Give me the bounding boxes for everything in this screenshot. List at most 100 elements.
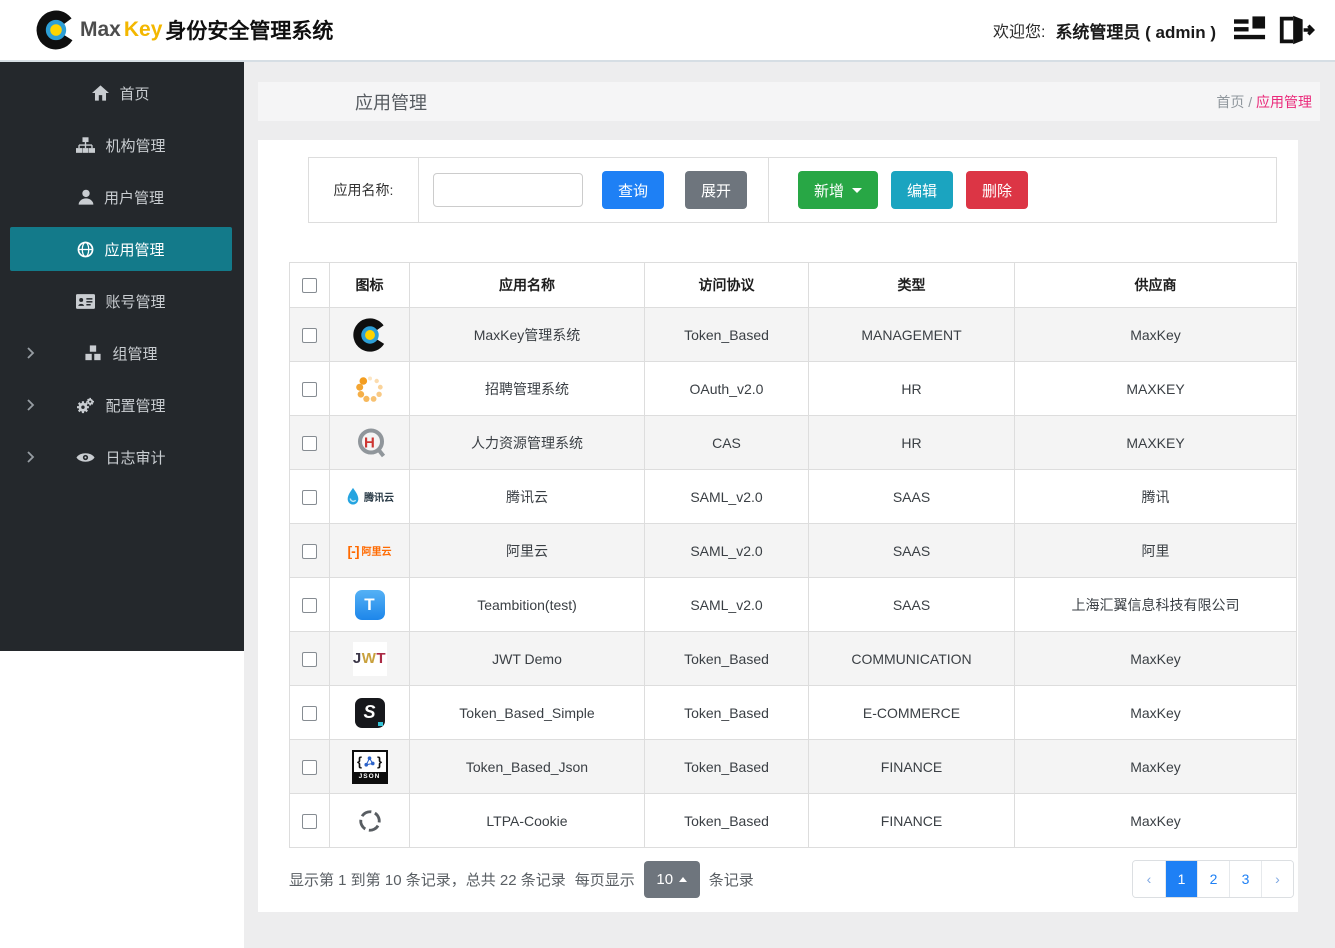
- aliyun-logo-icon: [-] 阿里云: [347, 542, 392, 559]
- column-header-protocol: 访问协议: [644, 262, 809, 308]
- chevron-right-icon: [26, 347, 35, 359]
- app-name-cell: Token_Based_Json: [409, 739, 645, 794]
- column-header-type: 类型: [808, 262, 1015, 308]
- select-all-checkbox[interactable]: [302, 278, 317, 294]
- sidebar-item-group[interactable]: 组管理: [10, 331, 232, 375]
- app-name-cell: 阿里云: [409, 523, 645, 578]
- row-checkbox[interactable]: [302, 381, 317, 397]
- sidebar-item-app[interactable]: 应用管理: [10, 227, 232, 271]
- row-checkbox[interactable]: [302, 597, 317, 613]
- app-name-cell: LTPA-Cookie: [409, 793, 645, 848]
- app-vendor-cell: MAXKEY: [1014, 361, 1297, 416]
- sidebar-item-label: 机构管理: [105, 137, 166, 155]
- sidebar-item-account[interactable]: 账号管理: [10, 279, 232, 323]
- chevron-right-icon: [26, 399, 35, 411]
- app-vendor-cell: MaxKey: [1014, 307, 1297, 362]
- dots-spinner-logo-icon: [331, 372, 409, 406]
- page-size-dropdown[interactable]: 10: [643, 860, 700, 898]
- app-icon-cell: { } JSON: [329, 739, 410, 794]
- app-icon-cell: 腾讯云: [329, 469, 410, 524]
- app-vendor-cell: 阿里: [1014, 523, 1297, 578]
- app-protocol-cell: OAuth_v2.0: [644, 361, 809, 416]
- app-protocol-cell: Token_Based: [644, 739, 809, 794]
- logout-icon[interactable]: [1277, 14, 1315, 46]
- list-icon[interactable]: [1234, 16, 1267, 44]
- page-button-1[interactable]: 1: [1165, 861, 1197, 897]
- sidebar-item-audit[interactable]: 日志审计: [10, 435, 232, 479]
- app-name-input[interactable]: [433, 173, 583, 207]
- expand-button[interactable]: 展开: [685, 171, 748, 209]
- user-icon: [78, 189, 94, 205]
- sidebar: 首页 机构管理 用户管理 应用管理 账号管理 组管理 配置管理 日志审计: [0, 62, 244, 651]
- page-button-3[interactable]: 3: [1229, 861, 1261, 897]
- caret-down-icon: [852, 187, 863, 193]
- globe-icon: [77, 241, 94, 258]
- sidebar-item-user[interactable]: 用户管理: [10, 175, 232, 219]
- sidebar-item-label: 用户管理: [103, 189, 164, 207]
- row-checkbox[interactable]: [302, 543, 317, 559]
- sidebar-item-config[interactable]: 配置管理: [10, 383, 232, 427]
- breadcrumb-root[interactable]: 首页: [1216, 94, 1244, 110]
- app-type-cell: FINANCE: [808, 739, 1015, 794]
- app-vendor-cell: 上海汇翼信息科技有限公司: [1014, 577, 1297, 632]
- header-right: 欢迎您: 系统管理员 ( admin ): [993, 14, 1315, 46]
- gears-icon: [76, 397, 95, 414]
- app-type-cell: HR: [808, 415, 1015, 470]
- titlebar: 应用管理 首页 / 应用管理: [258, 82, 1320, 121]
- app-protocol-cell: Token_Based: [644, 307, 809, 362]
- sidebar-item-label: 应用管理: [104, 241, 165, 259]
- app-icon-cell: [-] 阿里云: [329, 523, 410, 578]
- page-button-2[interactable]: 2: [1197, 861, 1229, 897]
- row-select-cell: [289, 739, 330, 794]
- query-button[interactable]: 查询: [602, 171, 665, 209]
- app-vendor-cell: MaxKey: [1014, 685, 1297, 740]
- pagination-pages: ‹ 1 2 3 ›: [1132, 860, 1294, 898]
- app-header: Max Key 身份安全管理系统 欢迎您: 系统管理员 ( admin ): [0, 0, 1335, 62]
- row-select-cell: [289, 685, 330, 740]
- app-icon-cell: JWT: [329, 631, 410, 686]
- app-vendor-cell: 腾讯: [1014, 469, 1297, 524]
- app-icon-cell: S: [329, 685, 410, 740]
- row-checkbox[interactable]: [302, 327, 317, 343]
- sidebar-item-org[interactable]: 机构管理: [10, 123, 232, 167]
- app-vendor-cell: MaxKey: [1014, 793, 1297, 848]
- prev-page-button[interactable]: ‹: [1133, 861, 1165, 897]
- app-icon-cell: [329, 793, 410, 848]
- action-buttons: 新增 编辑 删除: [769, 158, 1029, 222]
- app-protocol-cell: SAML_v2.0: [644, 523, 809, 578]
- app-icon-cell: [329, 307, 410, 362]
- row-select-cell: [289, 577, 330, 632]
- app-name-cell: 腾讯云: [409, 469, 645, 524]
- sidebar-item-home[interactable]: 首页: [10, 71, 232, 115]
- row-checkbox[interactable]: [302, 813, 317, 829]
- delete-button[interactable]: 删除: [966, 171, 1029, 209]
- target-circle-logo-icon: [331, 806, 409, 836]
- table-row: MaxKey管理系统 Token_Based MANAGEMENT MaxKey: [289, 307, 1297, 362]
- id-card-icon: [76, 293, 96, 309]
- maxkey-logo-icon: [35, 9, 77, 51]
- sidebar-item-label: 配置管理: [105, 397, 166, 415]
- search-input-cell: 查询 展开: [419, 158, 769, 222]
- sidebar-item-label: 账号管理: [105, 293, 166, 311]
- search-label: 应用名称:: [309, 158, 419, 222]
- row-select-cell: [289, 523, 330, 578]
- hr-logo-icon: H: [331, 425, 409, 461]
- edit-button[interactable]: 编辑: [891, 171, 954, 209]
- row-checkbox[interactable]: [302, 759, 317, 775]
- teambition-logo-icon: T: [331, 589, 409, 620]
- add-button[interactable]: 新增: [798, 171, 879, 209]
- search-toolbar: 应用名称: 查询 展开 新增 编辑 删除: [308, 157, 1277, 223]
- row-checkbox[interactable]: [302, 489, 317, 505]
- next-page-button[interactable]: ›: [1261, 861, 1293, 897]
- app-icon-cell: H: [329, 415, 410, 470]
- app-type-cell: SAAS: [808, 577, 1015, 632]
- app-type-cell: SAAS: [808, 523, 1015, 578]
- home-icon: [92, 85, 110, 101]
- table-header-row: 图标 应用名称 访问协议 类型 供应商: [289, 262, 1297, 308]
- row-checkbox[interactable]: [302, 651, 317, 667]
- app-type-cell: HR: [808, 361, 1015, 416]
- caret-up-icon: [679, 876, 688, 882]
- row-checkbox[interactable]: [302, 435, 317, 451]
- sidebar-column: 首页 机构管理 用户管理 应用管理 账号管理 组管理 配置管理 日志审计: [0, 62, 244, 948]
- row-checkbox[interactable]: [302, 705, 317, 721]
